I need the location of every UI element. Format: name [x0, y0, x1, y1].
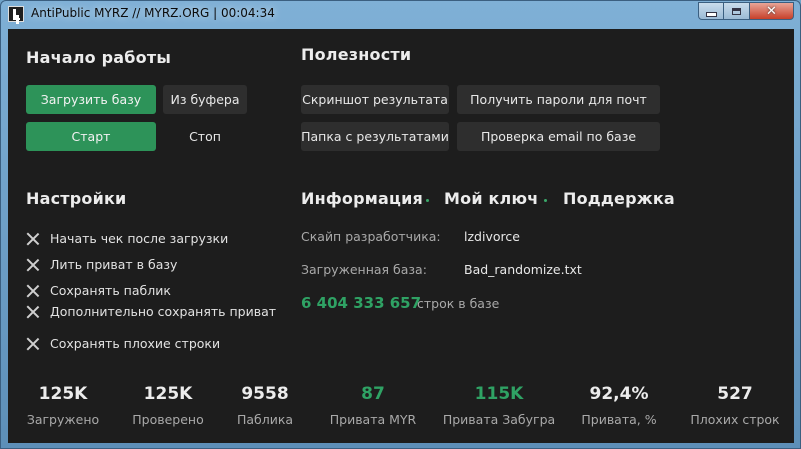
- close-icon: ✕: [766, 3, 777, 19]
- app-logo-icon: [8, 6, 24, 22]
- option-save-private-extra[interactable]: Дополнительно сохранять приват: [26, 304, 276, 319]
- check-email-button[interactable]: Проверка email по базе: [457, 122, 660, 151]
- main-panel: Начало работы Загрузить базу Из буфера С…: [8, 29, 794, 443]
- title-bar[interactable]: AntiPublic MYRZ // MYRZ.ORG | 00:04:34 ✕: [1, 1, 800, 28]
- checkmark-x-icon: [26, 284, 40, 298]
- skype-label: Скайп разработчика:: [301, 229, 441, 244]
- stat-label: Паблика: [236, 412, 294, 427]
- window-title: AntiPublic MYRZ // MYRZ.ORG | 00:04:34: [31, 6, 275, 20]
- minimize-button[interactable]: [698, 2, 724, 20]
- lines-label: строк в базе: [417, 296, 500, 311]
- option-label: Лить приват в базу: [50, 257, 178, 272]
- stat-value: 527: [717, 384, 753, 404]
- option-label: Сохранять паблик: [50, 283, 171, 298]
- maximize-button[interactable]: [724, 2, 750, 20]
- tab-info[interactable]: Информация: [301, 189, 423, 208]
- settings-heading: Настройки: [26, 189, 127, 208]
- close-button[interactable]: ✕: [750, 2, 794, 20]
- stat-loaded: 125K Загружено: [3, 384, 123, 427]
- stat-bad-lines: 527 Плохих строк: [675, 384, 795, 427]
- stat-label: Привата, %: [581, 412, 657, 427]
- stat-private-myr: 87 Привата MYR: [313, 384, 433, 427]
- stat-value: 125K: [38, 384, 88, 404]
- separator-dot: [426, 199, 429, 202]
- stop-button[interactable]: Стоп: [163, 122, 247, 151]
- option-label: Начать чек после загрузки: [50, 231, 229, 246]
- checkmark-x-icon: [26, 337, 40, 351]
- checkmark-x-icon: [26, 232, 40, 246]
- lines-count: 6 404 333 657: [301, 294, 422, 312]
- tab-support[interactable]: Поддержка: [563, 189, 675, 208]
- app-window: AntiPublic MYRZ // MYRZ.ORG | 00:04:34 ✕…: [0, 0, 801, 449]
- minimize-icon: [705, 11, 717, 17]
- results-folder-button[interactable]: Папка с результатами: [301, 122, 449, 151]
- stat-value: 92,4%: [589, 384, 649, 404]
- checkmark-x-icon: [26, 305, 40, 319]
- skype-value: lzdivorce: [464, 229, 520, 244]
- stat-private-foreign: 115K Привата Забугра: [439, 384, 559, 427]
- stat-value: 9558: [241, 384, 289, 404]
- stat-label: Загружено: [26, 412, 100, 427]
- option-push-private[interactable]: Лить приват в базу: [26, 257, 177, 272]
- option-label: Дополнительно сохранять приват: [50, 304, 277, 319]
- screenshot-button[interactable]: Скриншот результата: [301, 85, 449, 114]
- stat-label: Привата MYR: [329, 412, 417, 427]
- start-heading: Начало работы: [26, 48, 172, 67]
- tab-my-key[interactable]: Мой ключ: [444, 189, 538, 208]
- load-db-button[interactable]: Загрузить базу: [26, 85, 156, 114]
- stat-value: 87: [361, 384, 385, 404]
- option-label: Сохранять плохие строки: [50, 336, 221, 351]
- loaded-db-label: Загруженная база:: [301, 262, 427, 277]
- option-start-check-after-load[interactable]: Начать чек после загрузки: [26, 231, 228, 246]
- get-passwords-button[interactable]: Получить пароли для почт: [457, 85, 660, 114]
- loaded-db-value: Bad_randomize.txt: [464, 262, 582, 277]
- stat-private-percent: 92,4% Привата, %: [559, 384, 679, 427]
- stat-value: 115K: [474, 384, 524, 404]
- option-save-public[interactable]: Сохранять паблик: [26, 283, 171, 298]
- from-clipboard-button[interactable]: Из буфера: [163, 85, 247, 114]
- useful-heading: Полезности: [301, 45, 412, 64]
- maximize-icon: [732, 7, 741, 15]
- checkmark-x-icon: [26, 258, 40, 272]
- stat-label: Плохих строк: [690, 412, 780, 427]
- stat-public: 9558 Паблика: [205, 384, 325, 427]
- option-save-bad-lines[interactable]: Сохранять плохие строки: [26, 336, 220, 351]
- stat-label: Привата Забугра: [442, 412, 556, 427]
- start-button[interactable]: Старт: [26, 122, 156, 151]
- separator-dot: [544, 199, 547, 202]
